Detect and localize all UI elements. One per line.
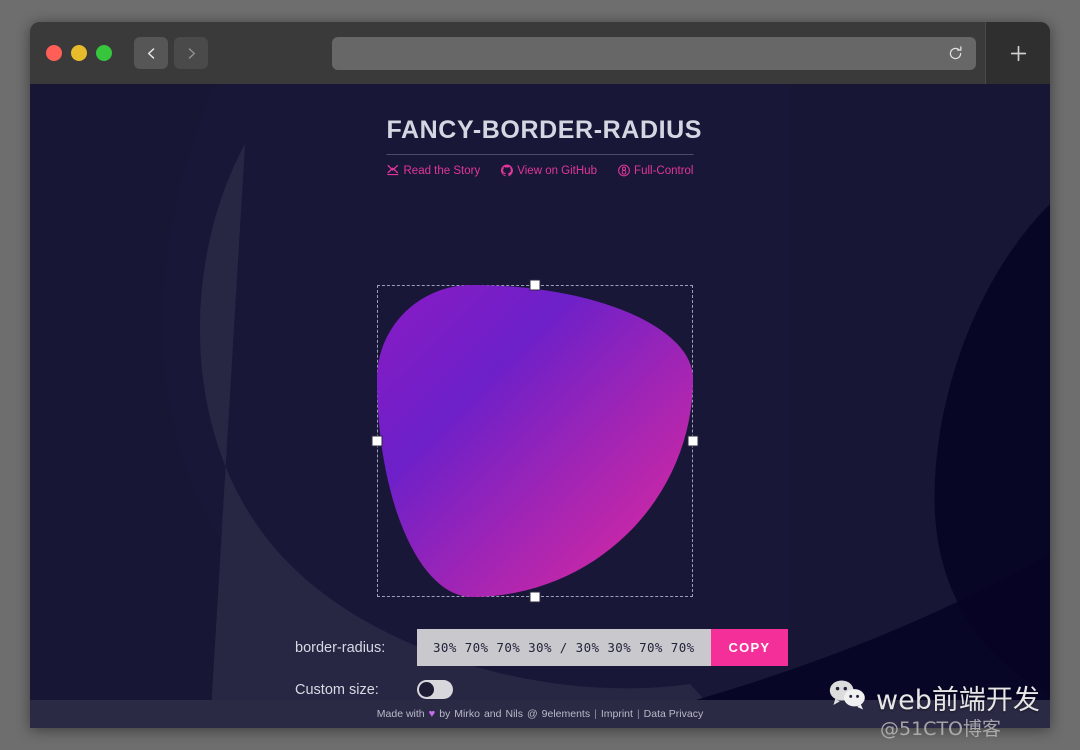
new-tab-button[interactable]	[985, 22, 1050, 84]
zoom-window-button[interactable]	[96, 45, 112, 61]
window-controls	[46, 45, 112, 61]
footer-link-company[interactable]: 9elements	[542, 708, 590, 720]
shape-editor	[371, 279, 699, 603]
github-icon	[500, 164, 513, 177]
footer-link-author-2[interactable]: Nils	[505, 708, 523, 720]
border-radius-label: border-radius:	[295, 639, 386, 656]
drag-handle-right[interactable]	[687, 435, 699, 447]
close-window-button[interactable]	[46, 45, 62, 61]
back-button[interactable]	[134, 37, 168, 69]
footer-link-data-privacy[interactable]: Data Privacy	[644, 708, 704, 720]
custom-size-switch[interactable]	[417, 680, 453, 699]
chevron-right-icon	[188, 47, 195, 59]
page-footer: Made with ♥ by Mirko and Nils @ 9element…	[30, 700, 1050, 728]
nav-link-read-the-story[interactable]: Read the Story	[387, 164, 481, 177]
custom-size-label: Custom size:	[295, 681, 379, 698]
nav-link-label: Full-Control	[634, 164, 694, 177]
chevron-left-icon	[147, 47, 154, 59]
desktop-backdrop: FANCY-BORDER-RADIUS Read the Story View …	[0, 0, 1080, 750]
nav-link-label: View on GitHub	[517, 164, 597, 177]
drag-handle-bottom[interactable]	[529, 591, 541, 603]
border-radius-value[interactable]: 30% 70% 70% 30% / 30% 30% 70% 70%	[417, 629, 711, 666]
footer-separator-1: |	[594, 708, 597, 720]
header-nav: Read the Story View on GitHub Full-Contr…	[387, 164, 694, 177]
footer-link-imprint[interactable]: Imprint	[601, 708, 633, 720]
plus-icon	[1010, 45, 1026, 61]
page-viewport: FANCY-BORDER-RADIUS Read the Story View …	[30, 84, 1050, 728]
navigation-buttons	[134, 37, 208, 69]
sliders-icon	[617, 164, 630, 177]
reload-icon[interactable]	[947, 45, 964, 62]
title-divider	[386, 154, 694, 155]
nav-link-view-on-github[interactable]: View on GitHub	[500, 164, 597, 177]
footer-by: by	[439, 708, 451, 720]
drag-handle-left[interactable]	[371, 435, 383, 447]
address-bar[interactable]	[332, 37, 976, 70]
footer-at: @	[526, 708, 538, 720]
browser-window: FANCY-BORDER-RADIUS Read the Story View …	[30, 22, 1050, 728]
nav-link-label: Read the Story	[403, 164, 481, 177]
custom-size-row: Custom size:	[295, 680, 788, 699]
browser-toolbar	[30, 22, 1050, 84]
page-content: FANCY-BORDER-RADIUS Read the Story View …	[30, 84, 1050, 728]
footer-made-with: Made with	[376, 708, 425, 720]
drag-handle-top[interactable]	[529, 279, 541, 291]
nav-link-full-control[interactable]: Full-Control	[617, 164, 693, 177]
page-header: FANCY-BORDER-RADIUS Read the Story View …	[386, 116, 703, 177]
forward-button[interactable]	[174, 37, 208, 69]
border-radius-row: border-radius: 30% 70% 70% 30% / 30% 30%…	[295, 629, 789, 666]
copy-button[interactable]: COPY	[710, 629, 789, 666]
heart-icon: ♥	[428, 708, 436, 720]
footer-and: and	[483, 708, 502, 720]
medium-icon	[387, 164, 400, 177]
page-title: FANCY-BORDER-RADIUS	[386, 116, 703, 144]
minimize-window-button[interactable]	[71, 45, 87, 61]
footer-separator-2: |	[636, 708, 640, 720]
footer-link-author-1[interactable]: Mirko	[454, 708, 480, 720]
